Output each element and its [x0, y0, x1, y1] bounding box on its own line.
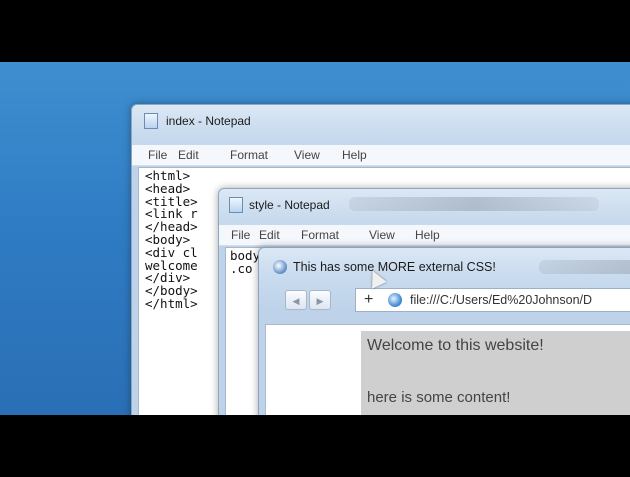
address-url: file:///C:/Users/Ed%20Johnson/D — [410, 293, 593, 307]
menu-edit[interactable]: Edit — [178, 148, 199, 162]
menu-file[interactable]: File — [231, 228, 250, 242]
menu-file[interactable]: File — [148, 148, 167, 162]
browser-globe-icon — [273, 260, 287, 274]
back-button[interactable]: ◀ — [285, 290, 307, 310]
menu-view[interactable]: View — [369, 228, 395, 242]
window-title: index - Notepad — [166, 114, 251, 128]
menu-format[interactable]: Format — [230, 148, 268, 162]
address-bar[interactable]: + file:///C:/Users/Ed%20Johnson/D — [355, 288, 630, 312]
blurred-title-region — [349, 197, 599, 211]
content-box: Welcome to this website! here is some co… — [361, 331, 630, 415]
navigation-bar: ◀ ▶ + file:///C:/Users/Ed%20Johnson/D — [259, 280, 630, 320]
title-bar[interactable]: This has some MORE external CSS! — [259, 248, 630, 276]
page-heading: Welcome to this website! — [367, 337, 544, 354]
browser-window: This has some MORE external CSS! ◀ ▶ + f… — [258, 247, 630, 415]
blurred-title-region — [539, 260, 630, 274]
window-title: style - Notepad — [249, 198, 330, 212]
notepad-icon — [144, 113, 158, 129]
menu-edit[interactable]: Edit — [259, 228, 280, 242]
code-line: <html> — [145, 168, 191, 183]
forward-button[interactable]: ▶ — [309, 290, 331, 310]
menu-format[interactable]: Format — [301, 228, 339, 242]
title-bar[interactable]: index - Notepad — [132, 105, 630, 133]
letterbox-top — [0, 0, 630, 62]
menu-help[interactable]: Help — [342, 148, 367, 162]
menu-help[interactable]: Help — [415, 228, 440, 242]
menu-bar: File Edit Format View Help — [132, 145, 630, 166]
add-tab-icon[interactable]: + — [364, 291, 373, 309]
notepad-icon — [229, 197, 243, 213]
page-paragraph: here is some content! — [367, 389, 511, 406]
menu-bar: File Edit Format View Help — [219, 225, 630, 246]
title-bar[interactable]: style - Notepad — [219, 189, 630, 217]
page-globe-icon — [388, 293, 402, 307]
desktop: index - Notepad File Edit Format View He… — [0, 62, 630, 415]
window-title: This has some MORE external CSS! — [293, 260, 496, 274]
menu-view[interactable]: View — [294, 148, 320, 162]
letterbox-bottom — [0, 415, 630, 477]
page-viewport: Welcome to this website! here is some co… — [265, 324, 630, 415]
